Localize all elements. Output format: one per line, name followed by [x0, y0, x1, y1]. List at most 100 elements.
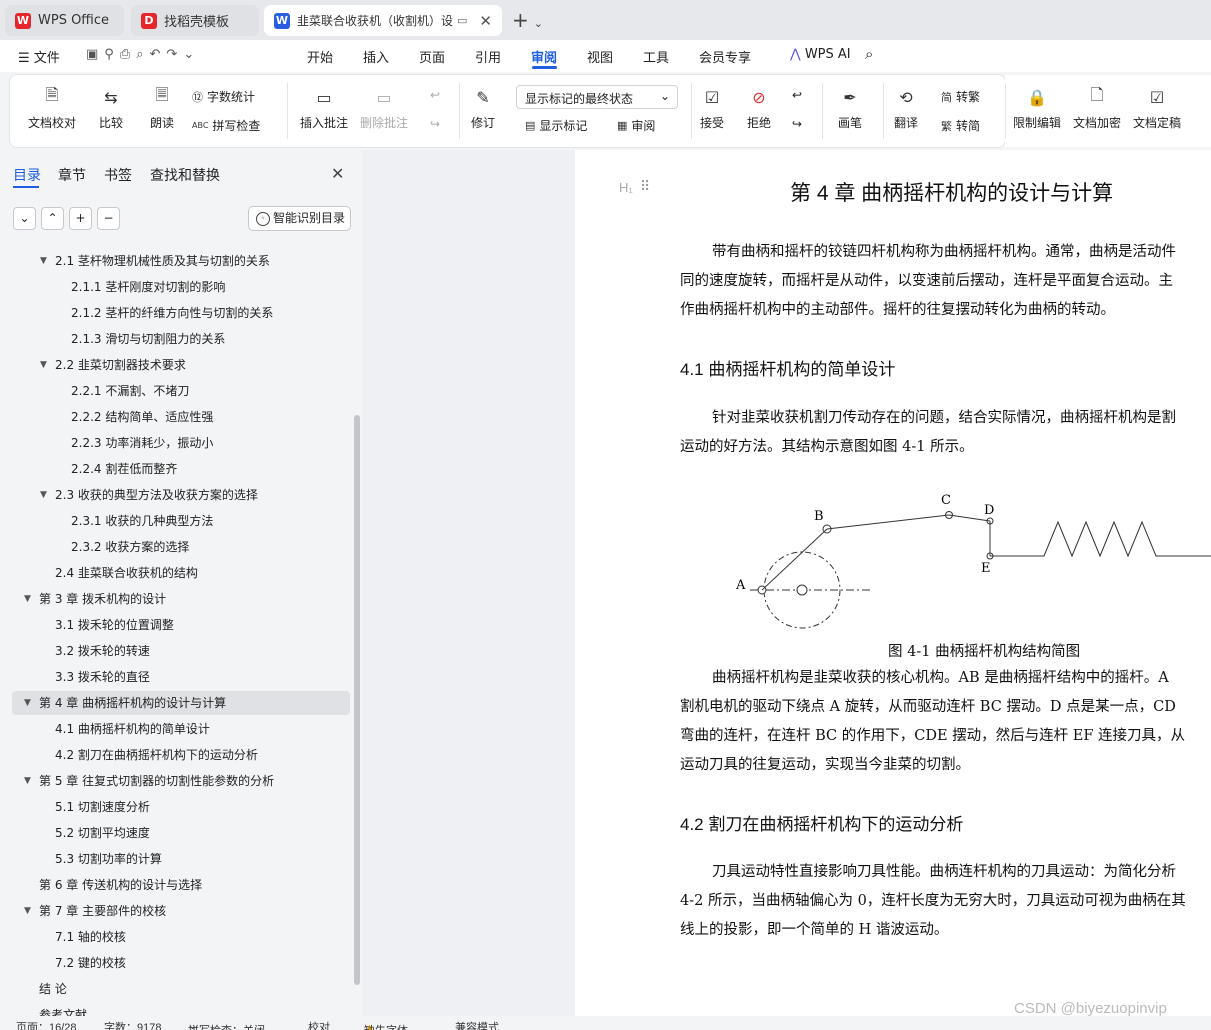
review-pane-button[interactable]: ▦ 审阅 [617, 117, 655, 134]
menu-tools[interactable]: 工具 [643, 47, 669, 66]
read-aloud-button[interactable]: 🗏 朗读 [150, 85, 174, 131]
chevron-down-icon[interactable]: ⌄ [183, 47, 200, 62]
toc-item[interactable]: 2.1.1 茎杆刚度对切割的影响 [12, 275, 350, 299]
toc-item[interactable]: 2.2.1 不漏割、不堵刀 [12, 379, 350, 403]
previous-comment-icon[interactable]: ↩ [430, 88, 440, 102]
expand-up-button[interactable]: ⌃ [41, 207, 64, 230]
wps-ai-button[interactable]: ⋀ WPS AI [790, 47, 851, 62]
toc-item[interactable]: ▼ 第 4 章 曲柄摇杆机构的设计与计算 [12, 691, 350, 715]
redo-icon[interactable]: ↷ [166, 47, 183, 62]
previous-change-icon[interactable]: ↩ [792, 88, 802, 102]
expand-triangle-icon[interactable]: ▼ [24, 691, 31, 715]
toc-item[interactable]: ▼ 第 5 章 往复式切割器的切割性能参数的分析 [12, 769, 350, 793]
encrypt-button[interactable]: 🗋 文档加密 [1073, 85, 1121, 131]
toc-item[interactable]: 结 论 [12, 977, 350, 1001]
translate-button[interactable]: ⟲ 翻译 [894, 85, 918, 131]
proofread-status[interactable]: 校对 [308, 1019, 330, 1030]
to-simplified-button[interactable]: 繁转简 [941, 117, 980, 134]
toc-item[interactable]: 2.4 韭菜联合收获机的结构 [12, 561, 350, 585]
expand-triangle-icon[interactable]: ▼ [24, 769, 31, 793]
expand-triangle-icon[interactable]: ▼ [24, 587, 31, 611]
word-count-button[interactable]: ⑫ 字数统计 [192, 88, 255, 105]
toc-item[interactable]: 2.2.2 结构简单、适应性强 [12, 405, 350, 429]
pen-button[interactable]: ✒ 画笔 [838, 85, 862, 131]
undo-icon[interactable]: ↶ [150, 47, 167, 62]
proofread-button[interactable]: 🗎 文档校对 [28, 85, 76, 131]
show-marks-button[interactable]: ▤ 显示标记 [525, 117, 587, 134]
link-icon[interactable]: ⚲ [104, 47, 120, 62]
display-mode-select[interactable]: 显示标记的最终状态 ⌄ [516, 85, 678, 109]
toc-item[interactable]: 2.3.1 收获的几种典型方法 [12, 509, 350, 533]
tab-chapters[interactable]: 章节 [58, 165, 86, 185]
expand-triangle-icon[interactable]: ▼ [24, 899, 31, 923]
reject-button[interactable]: ⊘ 拒绝 [747, 85, 771, 131]
toc-item[interactable]: 5.2 切割平均速度 [12, 821, 350, 845]
close-icon[interactable]: ✕ [331, 164, 344, 183]
toc-item[interactable]: 7.2 键的校核 [12, 951, 350, 975]
expand-triangle-icon[interactable]: ▼ [40, 249, 47, 273]
tab-bookmarks[interactable]: 书签 [104, 165, 132, 185]
toc-item[interactable]: 2.1.3 滑切与切割阻力的关系 [12, 327, 350, 351]
menu-member[interactable]: 会员专享 [699, 47, 751, 66]
toc-item[interactable]: 5.3 切割功率的计算 [12, 847, 350, 871]
menu-reference[interactable]: 引用 [475, 47, 501, 66]
next-change-icon[interactable]: ↪ [792, 117, 802, 131]
add-heading-button[interactable]: + [69, 207, 92, 230]
menu-page[interactable]: 页面 [419, 47, 445, 66]
toc-item[interactable]: 2.2.3 功率消耗少，振动小 [12, 431, 350, 455]
save-icon[interactable]: ▣ [86, 47, 104, 62]
toc-item[interactable]: 2.3.2 收获方案的选择 [12, 535, 350, 559]
toc-item[interactable]: ▼ 第 7 章 主要部件的校核 [12, 899, 350, 923]
toc-item[interactable]: ▼ 2.2 韭菜切割器技术要求 [12, 353, 350, 377]
menu-view[interactable]: 视图 [587, 47, 613, 66]
collapse-down-button[interactable]: ⌄ [13, 207, 36, 230]
drag-handle-icon[interactable]: ⠿ [640, 179, 650, 195]
tab-toc[interactable]: 目录 [13, 165, 41, 185]
toc-item[interactable]: 2.2.4 割茬低而整齐 [12, 457, 350, 481]
page-indicator[interactable]: 页面：16/28 [16, 1019, 77, 1030]
print-icon[interactable]: ⎙ [120, 47, 136, 62]
toc-item[interactable]: 5.1 切割速度分析 [12, 795, 350, 819]
toc-item[interactable]: 2.1.2 茎杆的纤维方向性与切割的关系 [12, 301, 350, 325]
toc-scrollbar[interactable] [354, 415, 360, 985]
spell-check-button[interactable]: ABC 拼写检查 [192, 117, 260, 134]
accept-button[interactable]: ☑ 接受 [700, 85, 724, 131]
toc-item[interactable]: 第 6 章 传送机构的设计与选择 [12, 873, 350, 897]
quick-access-toolbar[interactable]: ▣⚲⎙⌕↶↷⌄ [86, 47, 200, 62]
toc-item[interactable]: 4.2 割刀在曲柄摇杆机构下的运动分析 [12, 743, 350, 767]
toc-item[interactable]: ▼ 2.1 茎杆物理机械性质及其与切割的关系 [12, 249, 350, 273]
expand-triangle-icon[interactable]: ▼ [40, 353, 47, 377]
close-icon[interactable]: ✕ [479, 12, 492, 30]
smart-toc-button[interactable]: ◦ 智能识别目录 [248, 206, 351, 231]
toc-item[interactable]: 7.1 轴的校核 [12, 925, 350, 949]
finalize-button[interactable]: ☑ 文档定稿 [1133, 85, 1181, 131]
search-icon[interactable]: ⌕ [865, 45, 873, 63]
toc-item[interactable]: 3.2 拨禾轮的转速 [12, 639, 350, 663]
toc-item[interactable]: 3.3 拨禾轮的直径 [12, 665, 350, 689]
expand-triangle-icon[interactable]: ▼ [40, 483, 47, 507]
word-count-status[interactable]: 字数：9178 [104, 1019, 161, 1030]
print-preview-icon[interactable]: ⌕ [136, 47, 149, 62]
restrict-edit-button[interactable]: 🔒 限制编辑 [1013, 85, 1061, 131]
toc-item[interactable]: 4.1 曲柄摇杆机构的简单设计 [12, 717, 350, 741]
compare-button[interactable]: ⇆ 比较 [99, 85, 123, 131]
tab-find-replace[interactable]: 查找和替换 [150, 165, 220, 185]
next-comment-icon[interactable]: ↪ [430, 117, 440, 131]
document-page[interactable]: 第 4 章 曲柄摇杆机构的设计与计算 带有曲柄和摇杆的铰链四杆机构称为曲柄摇杆机… [575, 150, 1211, 1016]
tab-wps-office[interactable]: W WPS Office [5, 5, 124, 36]
remove-heading-button[interactable]: − [97, 207, 120, 230]
menu-start[interactable]: 开始 [307, 47, 333, 66]
menu-review[interactable]: 审阅 [531, 47, 557, 66]
toc-item[interactable]: 3.1 拨禾轮的位置调整 [12, 613, 350, 637]
revise-button[interactable]: ✎ 修订 [471, 85, 495, 131]
to-traditional-button[interactable]: 简转繁 [941, 88, 980, 105]
tab-document[interactable]: W 韭菜联合收获机（收割机）设 ▭ ✕ [264, 5, 502, 36]
delete-comment-button[interactable]: ▭ 删除批注 [360, 85, 408, 131]
spell-check-status[interactable]: 拼写检查：关闭 ⌄ [188, 1019, 265, 1030]
toc-item[interactable]: ▼ 2.3 收获的典型方法及收获方案的选择 [12, 483, 350, 507]
toc-item[interactable]: ▼ 第 3 章 拨禾机构的设计 [12, 587, 350, 611]
file-menu[interactable]: ☰ 文件 [18, 47, 60, 66]
menu-insert[interactable]: 插入 [363, 47, 389, 66]
new-tab-button[interactable]: + ⌄ [512, 8, 543, 32]
insert-comment-button[interactable]: ▭ 插入批注 [300, 85, 348, 131]
